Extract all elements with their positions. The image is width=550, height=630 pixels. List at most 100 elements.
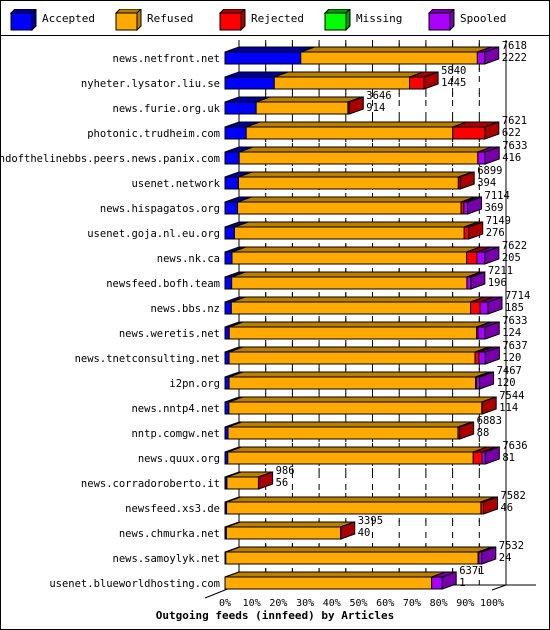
bar-segment-top-refused <box>229 321 491 328</box>
category-label: usenet.network <box>131 178 220 190</box>
bar-segment-refused <box>273 76 411 90</box>
bar-segment-top-refused <box>238 171 473 178</box>
bar-segment-refused <box>300 51 478 65</box>
floor-corner <box>204 589 226 599</box>
bar-segment-top-refused <box>227 446 488 453</box>
accepted-label: 1 <box>459 577 465 589</box>
accepted-label: 185 <box>505 302 524 314</box>
x-tick-label: 20% <box>269 598 287 609</box>
accepted-label: 81 <box>502 452 515 464</box>
bar-segment-refused <box>233 226 465 240</box>
bar-segment-top-refused <box>300 46 492 53</box>
bar-segment-spooled <box>477 151 486 165</box>
bar-segment-spooled <box>476 251 486 265</box>
bar-segment-rejected <box>474 351 480 365</box>
bar-segment-top-refused <box>246 121 467 128</box>
x-axis: 0% 10% 20% 30% 40% 50% 60% 70% 80% 90% 100% <box>219 598 504 609</box>
category-label: news.quux.org <box>138 453 220 465</box>
accepted-label: 369 <box>485 202 504 214</box>
bar-segment-spooled <box>431 576 443 590</box>
total-label: 7149 <box>486 215 511 227</box>
accepted-label: 394 <box>477 177 496 189</box>
bar-segment-refused <box>255 101 349 115</box>
accepted-label: 205 <box>502 252 521 264</box>
total-label: 7621 <box>502 115 527 127</box>
accepted-label: 914 <box>366 102 385 114</box>
total-label: 7633 <box>502 315 527 327</box>
x-tick-label: 40% <box>323 598 341 609</box>
bar-segment-top-refused <box>239 146 493 153</box>
bar-segment-top-refused <box>226 496 496 503</box>
bar-segment-spooled <box>479 301 489 315</box>
bar-segment-refused <box>226 501 482 515</box>
bar-segment-accepted <box>224 176 239 190</box>
bar-segment-rejected <box>470 301 481 315</box>
bar-segment-refused <box>228 376 477 390</box>
bar-segment-accepted <box>224 301 232 315</box>
bar-segment-rejected <box>452 126 486 140</box>
x-tick-label: 60% <box>376 598 394 609</box>
bar-segment-refused <box>231 251 468 265</box>
x-tick-label: 90% <box>456 598 474 609</box>
category-label: newsfeed.bofh.team <box>106 278 220 290</box>
bar-segment-top-refused <box>231 271 482 278</box>
bar-segment-accepted <box>224 76 275 90</box>
category-label: news.weretis.net <box>119 328 220 340</box>
total-label: 3646 <box>366 90 391 102</box>
total-label: 7211 <box>488 265 513 277</box>
accepted-label: 120 <box>497 377 516 389</box>
bar-segment-spooled <box>478 351 486 365</box>
bar-segment-accepted <box>224 226 235 240</box>
category-label: photonic.trudheim.com <box>87 128 220 140</box>
bar-segment-accepted <box>224 401 230 415</box>
bar-segment-accepted <box>224 326 230 340</box>
bar-segment-refused <box>226 476 259 490</box>
bar-segment-top-accepted <box>224 46 315 53</box>
total-label: 7636 <box>502 440 527 452</box>
bar-segment-accepted <box>224 251 233 265</box>
category-label: news.samoylyk.net <box>113 553 220 565</box>
category-label: newsfeed.xs3.de <box>125 503 220 515</box>
accepted-label: 88 <box>477 427 490 439</box>
bar-segment-top-refused <box>228 371 490 378</box>
total-label: 7622 <box>502 240 527 252</box>
total-label: 5840 <box>441 65 466 77</box>
accepted-label: 622 <box>502 127 521 139</box>
bar-segment-refused <box>238 151 479 165</box>
accepted-label: 276 <box>486 227 505 239</box>
bar-segment-rejected <box>463 226 470 240</box>
total-label: 7714 <box>505 290 530 302</box>
total-label: 3395 <box>358 515 383 527</box>
bar-segment-refused <box>231 276 468 290</box>
bar-segment-top-refused <box>228 346 490 353</box>
x-tick-label: 10% <box>243 598 261 609</box>
category-label: news.netfront.net <box>113 53 220 65</box>
category-label: usenet.goja.nl.eu.org <box>87 228 220 240</box>
category-label: nntp.comgw.net <box>131 428 220 440</box>
x-tick-label: 30% <box>296 598 314 609</box>
total-label: 7532 <box>499 540 524 552</box>
bar-segment-top-refused <box>226 521 355 528</box>
bar-segment-accepted <box>224 201 239 215</box>
bar-segment-accepted <box>224 101 257 115</box>
x-tick-label: 80% <box>430 598 448 609</box>
category-label: news.corradoroberto.it <box>81 478 220 490</box>
bar-segment-spooled <box>476 51 486 65</box>
total-label: 7633 <box>502 140 527 152</box>
bar-segment-refused <box>224 576 433 590</box>
total-label: 6883 <box>477 415 502 427</box>
bar-segment-top-refused <box>274 71 424 78</box>
category-label: news.tnetconsulting.net <box>75 353 220 365</box>
accepted-label: 46 <box>500 502 513 514</box>
bar-segment-top-refused <box>224 571 446 578</box>
x-tick-label: 0% <box>219 598 231 609</box>
x-tick-label: 100% <box>480 598 504 609</box>
bar-segment-spooled <box>481 451 486 465</box>
total-label: 7618 <box>502 40 527 52</box>
bar-segment-top-refused <box>225 546 493 553</box>
plot-area: 7618222258401445364691476216227633416689… <box>0 40 536 622</box>
bar-segment-accepted <box>224 151 240 165</box>
bar-segment-top-refused <box>231 246 481 253</box>
total-label: 7114 <box>485 190 510 202</box>
bar-segment-refused <box>237 176 459 190</box>
